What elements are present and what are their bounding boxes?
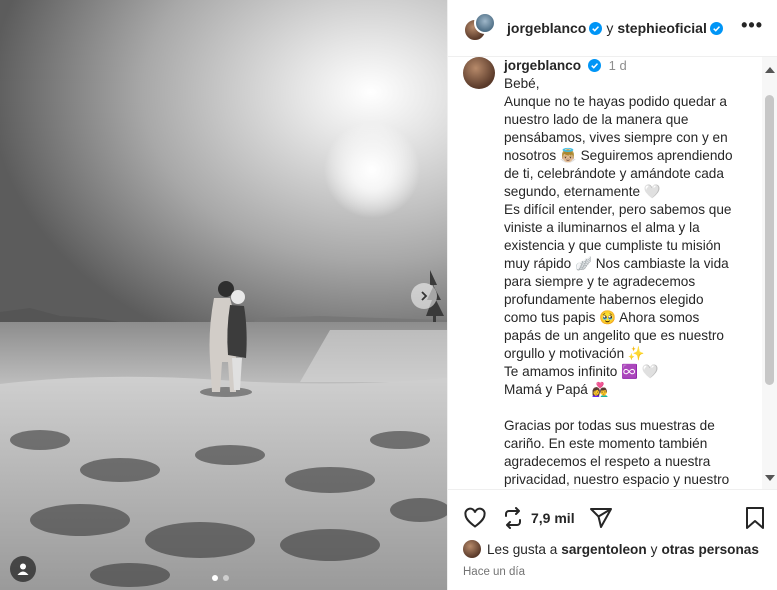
caption-line: agradecemos el respeto a nuestra bbox=[504, 454, 711, 469]
verified-icon bbox=[587, 59, 601, 72]
caption-line: Mamá y Papá 👩‍❤️‍👨 bbox=[504, 382, 609, 397]
chevron-right-icon bbox=[421, 291, 428, 301]
verified-icon bbox=[709, 21, 723, 35]
collab-usernames: jorgeblanco y stephieoficial bbox=[507, 20, 723, 36]
repost-button[interactable]: 7,9 mil bbox=[501, 506, 575, 530]
likes-connector: y bbox=[650, 541, 658, 557]
collab-avatars[interactable] bbox=[463, 12, 496, 44]
caption-line: muy rápido 🪽 Nos cambiaste la vida bbox=[504, 256, 729, 271]
likes-summary: Les gusta a sargentoleon y otras persona… bbox=[463, 540, 763, 558]
save-button[interactable] bbox=[744, 506, 766, 530]
caption-line: nosotros 👼🏼 Seguiremos aprendiendo bbox=[504, 148, 733, 163]
caption-line: como tus papis 🥹 Ahora somos bbox=[504, 310, 700, 325]
action-bar: 7,9 mil bbox=[463, 504, 766, 532]
post-photo[interactable] bbox=[0, 0, 447, 590]
caption-username[interactable]: jorgeblanco bbox=[504, 58, 581, 73]
like-button[interactable] bbox=[463, 506, 487, 530]
verified-icon bbox=[589, 21, 603, 35]
connector-text: y bbox=[606, 20, 614, 36]
post-timestamp[interactable]: Hace un día bbox=[463, 566, 525, 578]
caption-line: nuestro lado de la manera que bbox=[504, 112, 689, 127]
more-options-button[interactable]: ••• bbox=[741, 16, 763, 40]
caption-line: segundo, eternamente 🤍 bbox=[504, 184, 661, 199]
liker-avatar[interactable] bbox=[463, 540, 481, 558]
repost-count: 7,9 mil bbox=[531, 510, 575, 526]
caption-line: papás de un angelito que es nuestro bbox=[504, 328, 724, 343]
bookmark-icon bbox=[746, 507, 764, 529]
caption-avatar[interactable] bbox=[463, 57, 495, 89]
carousel-dot-active bbox=[212, 575, 218, 581]
post-side-panel: jorgeblanco y stephieoficial ••• jorgebl… bbox=[447, 0, 777, 590]
caption-line: orgullo y motivación ✨ bbox=[504, 346, 645, 361]
repost-icon bbox=[505, 507, 521, 529]
scroll-down-arrow-icon[interactable] bbox=[765, 475, 775, 481]
caption-line: para siempre y te agradecemos bbox=[504, 274, 696, 289]
caption-line: profundamente habernos elegido bbox=[504, 292, 704, 307]
user-tag-icon bbox=[17, 563, 29, 575]
caption-line: existencia y que cumpliste tu misión bbox=[504, 238, 721, 253]
caption-line: de ti, celebrándote y amándote cada bbox=[504, 166, 724, 181]
caption-header: jorgeblanco 1 d bbox=[504, 57, 759, 75]
scroll-up-arrow-icon[interactable] bbox=[765, 67, 775, 73]
caption-line: cariño. En este momento también bbox=[504, 436, 708, 451]
comments-area[interactable]: jorgeblanco 1 d Bebé, Aunque no te hayas… bbox=[448, 57, 777, 489]
post-actions: 7,9 mil Les gusta a sargentoleon y otras… bbox=[448, 489, 777, 590]
caption-line: Es difícil entender, pero sabemos que bbox=[504, 202, 732, 217]
next-slide-button[interactable] bbox=[411, 283, 437, 309]
beach-couple-image bbox=[0, 0, 447, 590]
heart-icon bbox=[464, 507, 486, 528]
likes-prefix: Les gusta a bbox=[487, 541, 558, 557]
caption-line: pensábamos, vives siempre con y en bbox=[504, 130, 728, 145]
share-button[interactable] bbox=[589, 506, 613, 530]
likes-others-link[interactable]: otras personas bbox=[661, 542, 758, 557]
caption-line: Bebé, bbox=[504, 76, 540, 91]
caption-line: Gracias por todas sus muestras de bbox=[504, 418, 715, 433]
caption-timestamp[interactable]: 1 d bbox=[609, 58, 627, 73]
username-link[interactable]: stephieoficial bbox=[617, 20, 706, 36]
comments-scrollbar[interactable] bbox=[762, 57, 777, 489]
more-icon: ••• bbox=[741, 15, 763, 35]
post-header: jorgeblanco y stephieoficial ••• bbox=[448, 0, 777, 57]
caption-body: jorgeblanco 1 d Bebé, Aunque no te hayas… bbox=[504, 57, 759, 489]
caption-line: Te amamos infinito ♾️ 🤍 bbox=[504, 364, 659, 379]
username-link[interactable]: jorgeblanco bbox=[507, 20, 586, 36]
avatar bbox=[474, 12, 496, 34]
scrollbar-thumb[interactable] bbox=[765, 95, 774, 385]
caption-line: privacidad, nuestro espacio y nuestro bbox=[504, 472, 730, 487]
liker-username[interactable]: sargentoleon bbox=[561, 542, 646, 557]
carousel-dot bbox=[223, 575, 229, 581]
caption-line: viniste a iluminarnos el alma y la bbox=[504, 220, 700, 235]
caption-line: Aunque no te hayas podido quedar a bbox=[504, 94, 727, 109]
carousel-indicator bbox=[212, 575, 229, 581]
share-icon bbox=[589, 508, 612, 528]
tagged-users-button[interactable] bbox=[10, 556, 36, 582]
